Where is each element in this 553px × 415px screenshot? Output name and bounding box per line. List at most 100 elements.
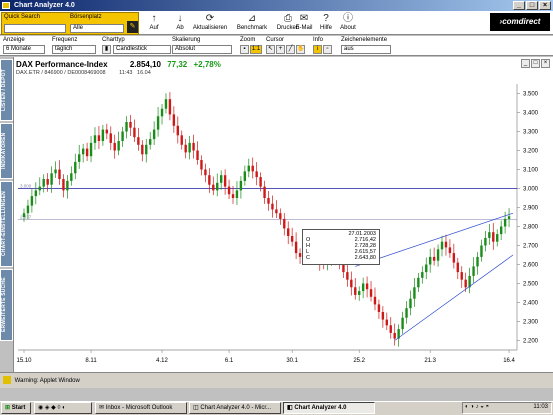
candle-body xyxy=(42,179,45,187)
toolbar-button-label: About xyxy=(340,25,356,31)
candle-body xyxy=(428,256,432,265)
zoom-out-button[interactable]: ▪ xyxy=(240,45,249,54)
toolbar-button-auf[interactable]: ↑ Auf xyxy=(142,13,166,35)
toolbar-button-aktualisieren[interactable]: ⟳ Aktualisieren xyxy=(190,13,230,35)
system-tray: ◐ ◑ ♪ ◒ ◓ 11:03 xyxy=(462,402,552,414)
cursor-hand-icon[interactable]: ✋ xyxy=(296,45,305,54)
cursor-crosshair-icon[interactable]: + xyxy=(276,45,285,54)
candle-body xyxy=(460,272,463,280)
toolbar-button-label: Ab xyxy=(176,25,184,31)
candle-body xyxy=(440,241,444,250)
quicklaunch-icons[interactable]: ◉ ◈ ◆ ◊ ◐ xyxy=(38,405,66,411)
exchange-select[interactable]: Alle xyxy=(70,24,124,33)
about-icon: ⓘ xyxy=(343,13,353,24)
candle-body xyxy=(294,241,298,254)
maximize-button[interactable]: □ xyxy=(526,1,538,10)
candle-body xyxy=(70,173,73,181)
candle-body xyxy=(176,125,179,136)
candle-body xyxy=(503,218,507,227)
sidebar-tab-listen-depot[interactable]: LISTEN / DEPOT xyxy=(0,59,13,121)
tray-icons[interactable]: ◐ ◑ ♪ ◒ ◓ xyxy=(465,404,489,410)
candle-body xyxy=(148,139,152,145)
sidebar-tab-indikatoren[interactable]: INDIKATOREN xyxy=(0,123,13,179)
zeichen-select[interactable]: aus xyxy=(341,45,391,54)
toolbar-button-hilfe[interactable]: ? Hilfe xyxy=(314,13,338,35)
aktualisieren-icon: ⟳ xyxy=(205,13,215,24)
frequenz-select[interactable]: täglich xyxy=(52,45,96,54)
candle-body xyxy=(393,332,396,339)
quick-search-input[interactable] xyxy=(4,24,66,33)
candlestick-chart[interactable]: 2.200 2.300 2.400 2.500 2.600 2.700 2.800 2.900… xyxy=(14,80,553,372)
start-button[interactable]: ⊞ Start xyxy=(1,402,31,414)
toolbar-button-label: Aktualisieren xyxy=(192,25,228,31)
close-button[interactable]: × xyxy=(539,1,551,10)
instrument-change: 77,32 xyxy=(167,60,188,69)
sidebar-tab-erweiterte-suche[interactable]: ERWEITERTE SUCHE xyxy=(0,269,13,341)
window-title: Chart Analyzer 4.0 xyxy=(14,2,75,9)
y-tick-label: 2.300 xyxy=(523,320,539,326)
cursor-line-icon[interactable]: ╱ xyxy=(286,45,295,54)
toolbar-button-email[interactable]: ✉ E-Mail xyxy=(292,13,316,35)
toolbar-button-about[interactable]: ⓘ About xyxy=(336,13,360,35)
info-toggle[interactable]: i xyxy=(313,45,322,54)
candle-body xyxy=(358,291,361,295)
candle-body xyxy=(54,169,57,174)
tooltip-key: C xyxy=(306,255,310,261)
y-tick-label: 2.600 xyxy=(523,263,539,269)
candle-body xyxy=(452,253,456,263)
candle-body xyxy=(117,141,120,151)
candle-body xyxy=(488,232,491,238)
sidebar-tab-chart-einstellungen[interactable]: CHART-EINSTELLUNGEN xyxy=(0,181,13,267)
candle-body xyxy=(133,127,136,138)
instrument-time: 11:43 xyxy=(119,70,133,76)
minimize-button[interactable]: _ xyxy=(513,1,525,10)
candle-body xyxy=(93,135,97,143)
x-tick-label: 16.4 xyxy=(503,358,515,364)
cursor-arrow-icon[interactable]: ↖ xyxy=(266,45,275,54)
candle-body xyxy=(413,287,416,299)
toolbar-button-benchmark[interactable]: ⊿ Benchmark xyxy=(232,13,272,35)
candle-body xyxy=(263,186,266,198)
candle-body xyxy=(74,161,77,174)
candle-body xyxy=(141,144,144,155)
warning-icon xyxy=(3,376,11,385)
anzeige-select[interactable]: 6 Monate xyxy=(3,45,45,54)
taskbar-outlook[interactable]: ✉ Inbox - Microsoft Outlook xyxy=(95,402,187,414)
email-icon: ✉ xyxy=(299,13,309,24)
candle-body xyxy=(231,194,235,198)
candle-body xyxy=(401,317,404,330)
skalierung-label: Skalierung xyxy=(172,37,201,43)
hilfe-icon: ? xyxy=(323,13,329,24)
candle-body xyxy=(200,160,203,170)
candle-body xyxy=(290,236,294,242)
exchange-label: Börsenplatz xyxy=(70,14,102,20)
info-off-toggle[interactable]: ▫ xyxy=(323,45,332,54)
candle-body xyxy=(50,173,53,185)
charttyp-select[interactable]: Candlestick xyxy=(113,45,171,54)
toolbar-button-ab[interactable]: ↓ Ab xyxy=(168,13,192,35)
horizontal-line-label: 3.000 xyxy=(20,184,32,189)
candle-body xyxy=(22,213,26,217)
y-tick-label: 3.300 xyxy=(523,130,539,136)
candle-body xyxy=(287,228,290,236)
taskbar-chart-analyzer-1[interactable]: ◫ Chart Analyzer 4.0 - Micr... xyxy=(189,402,281,414)
instrument-name: DAX Performance-Index xyxy=(16,60,108,69)
chart-close-icon[interactable]: × xyxy=(541,59,550,68)
candle-body xyxy=(255,171,258,178)
candle-body xyxy=(448,247,452,254)
charttyp-icon[interactable]: ▮ xyxy=(102,45,111,54)
skalierung-select[interactable]: Absolut xyxy=(172,45,232,54)
y-tick-label: 2.500 xyxy=(523,282,539,288)
x-tick-label: 8.11 xyxy=(85,358,97,364)
chart-minimize-icon[interactable]: _ xyxy=(521,59,530,68)
candle-body xyxy=(381,312,385,320)
search-go-button[interactable]: ✎ xyxy=(127,21,138,33)
taskbar-chart-analyzer-2[interactable]: ◧ Chart Analyzer 4.0 xyxy=(283,402,375,414)
chart-restore-icon[interactable]: □ xyxy=(531,59,540,68)
candle-body xyxy=(385,319,389,326)
candle-body xyxy=(251,165,254,172)
candle-body xyxy=(196,150,199,160)
zoom-reset-button[interactable]: 1:1 xyxy=(250,45,262,54)
tooltip-row: C 2.643,80 xyxy=(306,255,376,261)
y-tick-label: 2.400 xyxy=(523,301,539,307)
